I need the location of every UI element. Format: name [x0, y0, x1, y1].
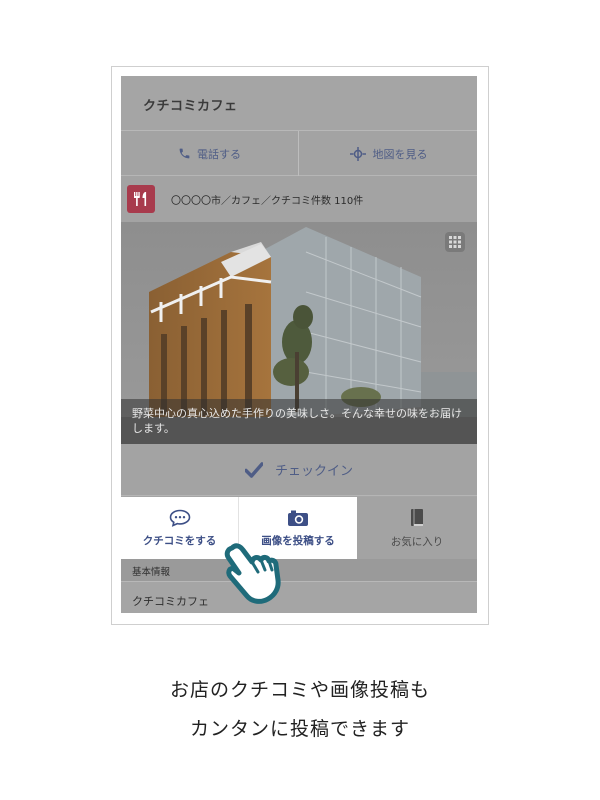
device-frame: クチコミカフェ 電話する 地図を見る 〇〇〇〇市／カフェ／クチコミ件数 110件… [111, 66, 489, 625]
title-bar: クチコミカフェ [121, 76, 477, 131]
restaurant-icon [127, 185, 155, 213]
photo-caption: 野菜中心の真心込めた手作りの美味しさ。そんな幸せの味をお届けします。 [121, 399, 477, 444]
bookmark-icon [411, 508, 423, 526]
shop-info-text: 〇〇〇〇市／カフェ／クチコミ件数 110件 [171, 196, 364, 207]
gallery-grid-icon[interactable] [445, 232, 465, 252]
tagline-line-1: お店のクチコミや画像投稿も [169, 679, 430, 701]
basic-info-header: 基本情報 [121, 559, 477, 581]
map-button[interactable]: 地図を見る [299, 131, 477, 176]
action-row: 電話する 地図を見る [121, 131, 477, 176]
checkmark-icon [244, 461, 263, 478]
camera-icon [288, 510, 308, 526]
tab-favorite[interactable]: お気に入り [357, 497, 477, 559]
tap-hand-icon [224, 543, 281, 604]
basic-info-name: クチコミカフェ [121, 581, 477, 613]
phone-icon [179, 148, 190, 159]
tab-review-label: クチコミをする [142, 534, 217, 547]
call-label: 電話する [197, 147, 241, 161]
checkin-label: チェックイン [274, 464, 353, 479]
shop-info-row: 〇〇〇〇市／カフェ／クチコミ件数 110件 [121, 176, 477, 222]
app-title: クチコミカフェ [143, 99, 238, 114]
tab-favorite-label: お気に入り [390, 535, 444, 548]
chat-bubble-icon [169, 509, 190, 527]
call-button[interactable]: 電話する [121, 131, 299, 176]
shop-photo[interactable]: 野菜中心の真心込めた手作りの美味しさ。そんな幸せの味をお届けします。 [121, 222, 477, 444]
location-crosshair-icon [349, 146, 366, 161]
app-screen: クチコミカフェ 電話する 地図を見る 〇〇〇〇市／カフェ／クチコミ件数 110件… [121, 76, 477, 613]
checkin-button[interactable]: チェックイン [121, 444, 477, 496]
map-label: 地図を見る [372, 147, 428, 161]
tagline-line-2: カンタンに投稿できます [189, 718, 410, 740]
